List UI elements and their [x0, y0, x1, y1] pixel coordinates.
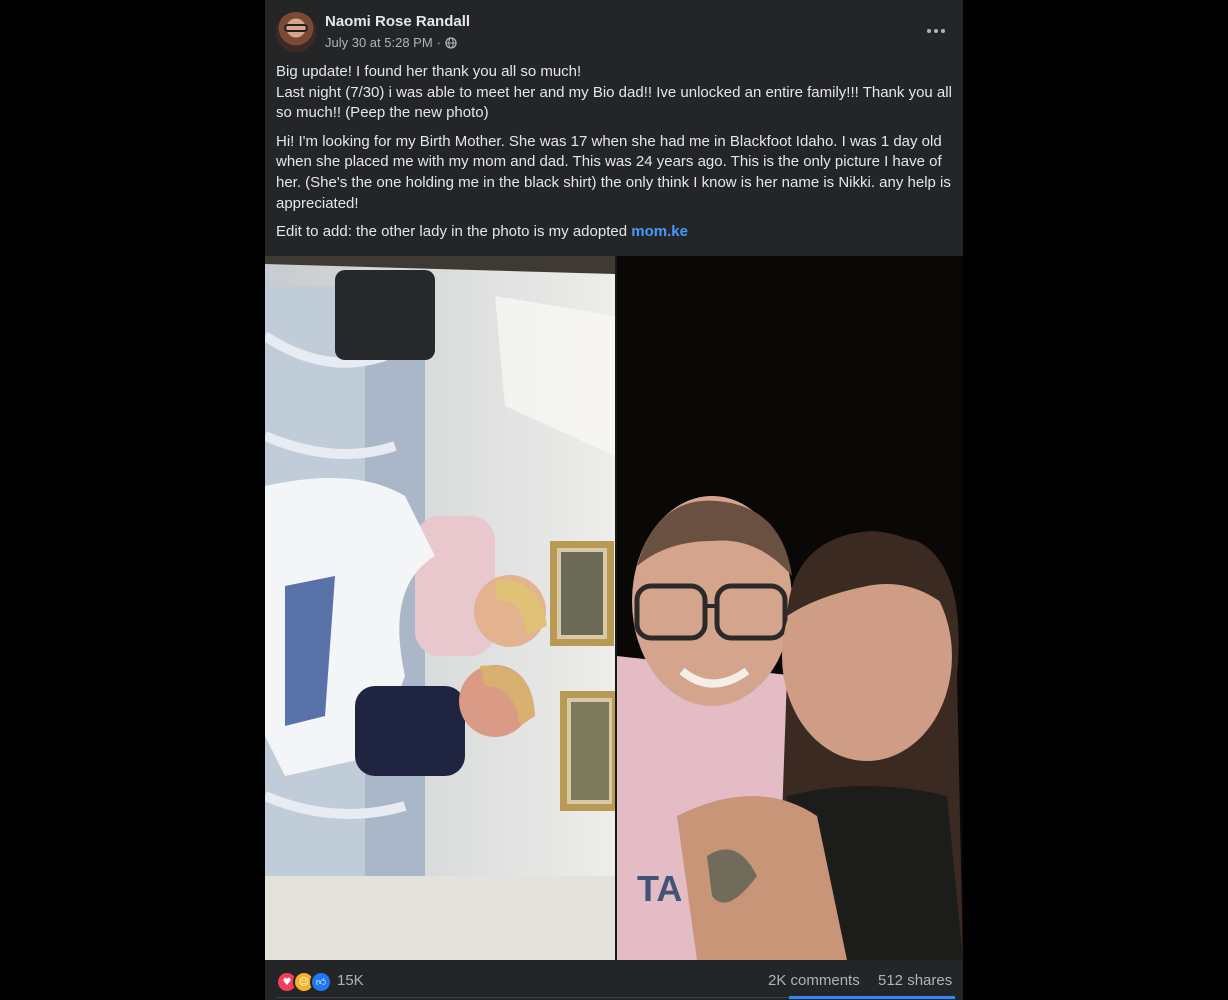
edit-text: Edit to add: the other lady in the photo…	[276, 223, 632, 241]
scroll-indicator	[789, 996, 955, 999]
meta-separator: ·	[436, 35, 442, 50]
globe-icon	[445, 36, 457, 49]
more-horizontal-icon[interactable]	[925, 20, 947, 42]
reaction-count[interactable]: 15K	[337, 972, 364, 989]
old-photo-illustration	[265, 256, 615, 960]
author-avatar[interactable]	[276, 12, 316, 52]
post-header: Naomi Rose Randall July 30 at 5:28 PM ·	[265, 0, 963, 60]
shares-count[interactable]: 512 shares	[878, 972, 952, 989]
author-name[interactable]: Naomi Rose Randall	[325, 13, 470, 30]
reaction-icons[interactable]: ♥ ☺ 👍︎	[276, 971, 332, 993]
old-photo[interactable]	[265, 256, 615, 960]
post-timestamp[interactable]: July 30 at 5:28 PM	[325, 35, 433, 50]
like-reaction-icon: 👍︎	[310, 971, 332, 993]
mention-link[interactable]: mom.ke	[631, 223, 688, 240]
svg-text:TA: TA	[637, 868, 682, 909]
reactions-bar: ♥ ☺ 👍︎ 15K 2K comments 512 shares	[265, 960, 963, 1000]
post-meta: July 30 at 5:28 PM ·	[325, 35, 457, 50]
post-paragraph-edit: Edit to add: the other lady in the photo…	[276, 222, 956, 243]
post-paragraph-update: Big update! I found her thank you all so…	[276, 63, 952, 122]
selfie-illustration: TA	[617, 256, 963, 960]
avatar-glasses-shape	[284, 24, 308, 32]
photo-grid: TA	[265, 256, 963, 960]
facebook-post: Naomi Rose Randall July 30 at 5:28 PM · …	[265, 0, 963, 1000]
post-body: Big update! I found her thank you all so…	[276, 62, 956, 251]
post-paragraph-original: Hi! I'm looking for my Birth Mother. She…	[276, 132, 951, 212]
new-selfie-photo[interactable]: TA	[617, 256, 963, 960]
comments-count[interactable]: 2K comments	[768, 972, 860, 989]
